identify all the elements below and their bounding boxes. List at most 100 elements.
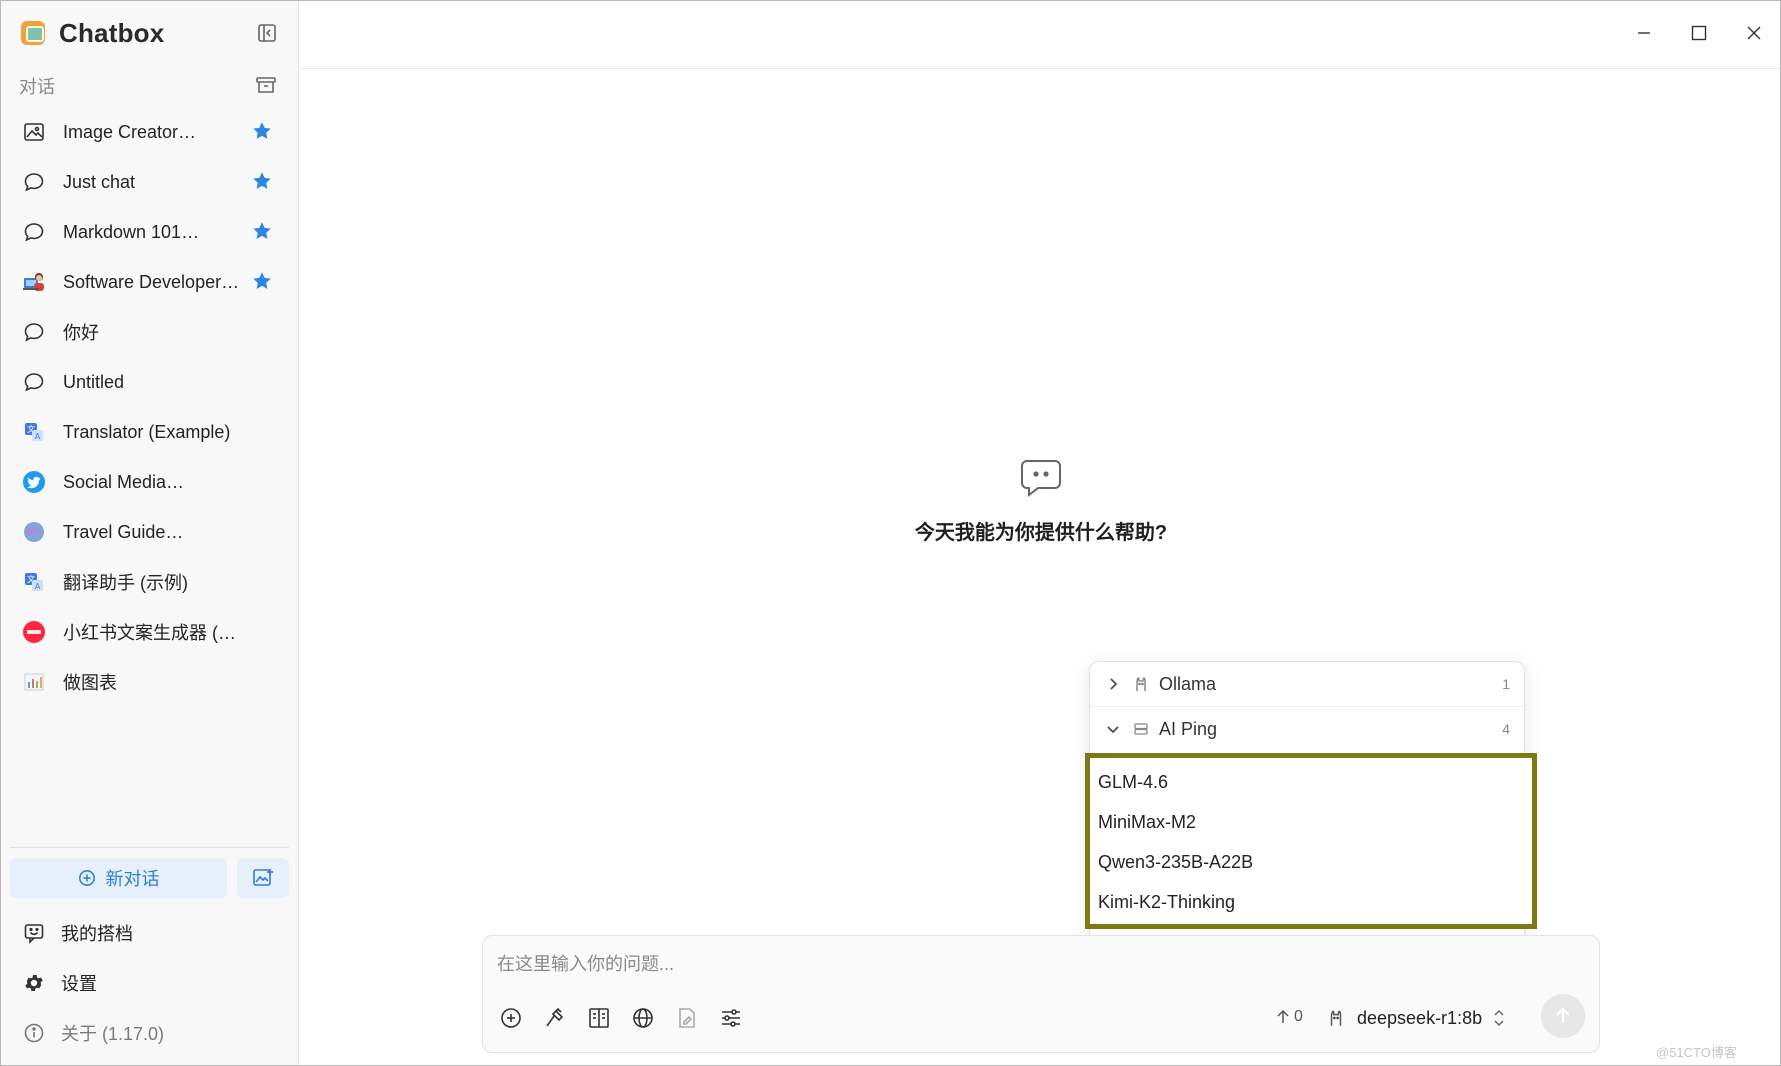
conversation-item[interactable]: Social Media… (9, 457, 291, 507)
provider-row-ai-ping[interactable]: AI Ping 4 (1090, 707, 1526, 751)
conversation-item[interactable]: Markdown 101… (9, 207, 291, 257)
conversation-label: Translator (Example) (63, 421, 231, 442)
new-image-chat-button[interactable] (237, 858, 289, 898)
maximize-icon[interactable] (1685, 19, 1713, 47)
model-option[interactable]: MiniMax-M2 (1090, 802, 1532, 842)
conversation-label: 小红书文案生成器 (… (63, 623, 236, 643)
chevron-up-down-icon (1494, 1009, 1504, 1027)
provider-name: AI Ping (1159, 718, 1218, 739)
conversation-label: Image Creator… (63, 121, 197, 142)
send-button[interactable] (1541, 994, 1585, 1038)
image-icon (21, 119, 47, 145)
conversation-item[interactable]: Image Creator… (9, 107, 291, 157)
developer-avatar-icon (21, 269, 47, 295)
conversation-label: Markdown 101… (63, 221, 200, 242)
chat-bubble-icon (21, 369, 47, 395)
conversation-list: Image Creator… Just chat Markdown 101… S… (9, 107, 291, 707)
conversation-item[interactable]: Software Developer… (9, 257, 291, 307)
about-item[interactable]: 关于 (1.17.0) (21, 1018, 164, 1048)
globe-avatar-icon (21, 519, 47, 545)
my-partners-item[interactable]: 我的搭档 (21, 918, 133, 948)
sliders-icon[interactable] (717, 1004, 745, 1032)
chatbox-logo-icon (21, 21, 45, 45)
title-bar (300, 1, 1780, 69)
conversation-item[interactable]: Just chat (9, 157, 291, 207)
star-icon[interactable] (251, 170, 275, 194)
current-model-label: deepseek-r1:8b (1357, 1007, 1483, 1028)
minimize-icon[interactable] (1630, 19, 1658, 47)
token-count: 0 (1276, 1008, 1303, 1026)
conversation-item[interactable]: 做图表 (9, 657, 291, 707)
provider-row-ollama[interactable]: Ollama 1 (1090, 662, 1526, 706)
chat-bubble-icon (21, 219, 47, 245)
xiaohongshu-avatar-icon (21, 619, 47, 645)
star-icon[interactable] (251, 120, 275, 144)
image-plus-icon (253, 869, 273, 886)
collapse-sidebar-icon[interactable] (255, 21, 279, 45)
app-window: Chatbox 对话 Image Creator… Just chat Mark… (0, 0, 1781, 1066)
info-icon (21, 1020, 47, 1046)
conversation-item[interactable]: Travel Guide… (9, 507, 291, 557)
welcome-message: 今天我能为你提供什么帮助? (914, 522, 1168, 544)
translator-avatar-icon: 文A (21, 569, 47, 595)
settings-item[interactable]: 设置 (21, 968, 97, 998)
svg-text:A: A (35, 432, 41, 441)
conversation-item[interactable]: 文A 翻译助手 (示例) (9, 557, 291, 607)
brand: Chatbox (21, 15, 164, 51)
chat-bubble-icon (21, 169, 47, 195)
conversation-item[interactable]: 小红书文案生成器 (… (9, 607, 291, 657)
conversation-label: Social Media… (63, 471, 185, 492)
sidebar: Chatbox 对话 Image Creator… Just chat Mark… (1, 1, 299, 1065)
gear-icon (21, 970, 47, 996)
settings-label: 设置 (61, 974, 97, 994)
server-icon (1134, 723, 1148, 735)
chat-welcome-icon (1019, 458, 1063, 498)
document-edit-icon[interactable] (673, 1004, 701, 1032)
app-title: Chatbox (59, 17, 165, 48)
arrow-up-icon (1277, 1009, 1289, 1023)
provider-name: Ollama (1159, 673, 1217, 694)
conversation-item[interactable]: Untitled (9, 357, 291, 407)
message-input[interactable] (497, 950, 1097, 980)
about-label: 关于 (1.17.0) (61, 1024, 165, 1044)
chevron-right-icon (1110, 678, 1118, 690)
book-icon[interactable] (585, 1004, 613, 1032)
provider-model-count: 4 (1502, 721, 1510, 737)
sidebar-divider (10, 847, 289, 848)
my-partners-label: 我的搭档 (61, 924, 133, 944)
conversation-item[interactable]: 你好 (9, 307, 291, 357)
chart-avatar-icon (21, 669, 47, 695)
message-composer: 0 deepseek-r1:8b (482, 935, 1600, 1053)
model-selector[interactable]: deepseek-r1:8b (1327, 1000, 1506, 1036)
new-chat-label: 新对话 (105, 869, 160, 889)
watermark: @51CTO博客 (1656, 1045, 1737, 1060)
conversation-label: 做图表 (63, 673, 117, 693)
new-chat-button[interactable]: 新对话 (10, 858, 227, 898)
chevron-down-icon (1107, 726, 1119, 734)
model-option[interactable]: Qwen3-235B-A22B (1090, 842, 1532, 882)
conversation-label: 翻译助手 (示例) (63, 573, 188, 593)
model-option[interactable]: Kimi-K2-Thinking (1090, 882, 1532, 922)
star-icon[interactable] (251, 220, 275, 244)
llama-icon (1136, 677, 1146, 691)
model-list-highlighted: GLM-4.6 MiniMax-M2 Qwen3-235B-A22B Kimi-… (1085, 753, 1537, 929)
llama-icon (1330, 1010, 1342, 1026)
star-icon[interactable] (251, 270, 275, 294)
chat-bubble-icon (21, 319, 47, 345)
conversation-label: Just chat (63, 171, 136, 192)
twitter-avatar-icon (21, 469, 47, 495)
conversation-label: 你好 (63, 323, 99, 343)
partner-bubble-icon (21, 920, 47, 946)
model-option[interactable]: GLM-4.6 (1090, 762, 1532, 802)
provider-model-count: 1 (1502, 676, 1510, 692)
close-icon[interactable] (1740, 19, 1768, 47)
conversations-section-label: 对话 (19, 77, 55, 97)
translator-avatar-icon: 文A (21, 419, 47, 445)
archive-icon[interactable] (254, 73, 278, 97)
plus-circle-icon (78, 870, 95, 886)
hammer-icon[interactable] (541, 1004, 569, 1032)
conversation-item[interactable]: 文A Translator (Example) (9, 407, 291, 457)
conversation-label: Untitled (63, 371, 125, 392)
attach-plus-icon[interactable] (497, 1004, 525, 1032)
globe-icon[interactable] (629, 1004, 657, 1032)
